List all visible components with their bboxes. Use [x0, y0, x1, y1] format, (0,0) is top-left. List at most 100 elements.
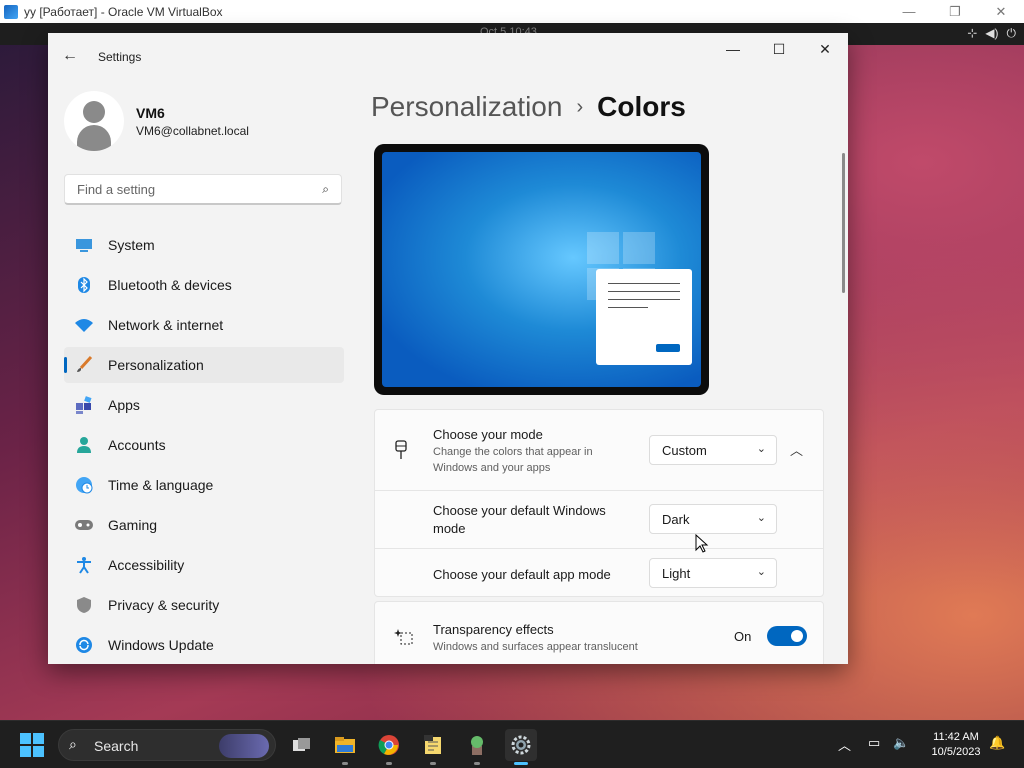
app-mode-value: Light — [662, 566, 691, 581]
chevron-right-icon: › — [576, 95, 584, 118]
app-mode-dropdown[interactable]: Light ⌄ — [649, 558, 777, 588]
sidebar-item-windows-update[interactable]: Windows Update — [64, 627, 344, 663]
search-icon[interactable]: ⌕ — [322, 182, 329, 197]
page-title: Colors — [597, 91, 686, 122]
window-controls: — ☐ ✕ — [710, 33, 848, 65]
network-icon[interactable]: ⊹ — [967, 26, 977, 41]
chevron-down-icon: ⌄ — [756, 512, 766, 524]
host-minimize-button[interactable]: — — [886, 4, 932, 19]
network-monitor-icon[interactable]: ▭ — [868, 735, 880, 751]
mode-card: Choose your mode Change the colors that … — [374, 409, 824, 597]
virtualbox-window-title: yy [Работает] - Oracle VM VirtualBox — [24, 4, 223, 19]
start-button[interactable] — [20, 733, 44, 757]
sidebar-item-gaming[interactable]: Gaming — [64, 507, 344, 543]
taskbar-search-label: Search — [94, 738, 139, 754]
host-close-button[interactable]: ✕ — [978, 4, 1024, 20]
minimize-button[interactable]: — — [710, 33, 756, 65]
close-button[interactable]: ✕ — [802, 33, 848, 65]
transparency-toggle[interactable] — [767, 626, 807, 646]
search-input[interactable] — [75, 175, 309, 204]
maximize-button[interactable]: ☐ — [756, 33, 802, 65]
sidebar-item-system[interactable]: System — [64, 227, 344, 263]
sidebar-item-bluetooth[interactable]: Bluetooth & devices — [64, 267, 344, 303]
windows-mode-title-2: mode — [433, 521, 466, 536]
accessibility-icon — [74, 555, 94, 575]
breadcrumb: Personalization › Colors — [371, 91, 686, 123]
volume-icon[interactable]: ◀) — [985, 26, 998, 41]
sidebar-item-label: Network & internet — [108, 317, 224, 333]
windows-logo-icon — [20, 733, 31, 744]
sidebar-item-label: Windows Update — [108, 637, 214, 653]
system-icon — [74, 235, 94, 255]
update-icon — [74, 635, 94, 655]
choose-mode-subtitle-1: Change the colors that appear in — [433, 446, 593, 458]
windows-mode-dropdown[interactable]: Dark ⌄ — [649, 504, 777, 534]
avatar[interactable] — [64, 91, 124, 151]
task-view-button[interactable] — [286, 729, 318, 761]
power-icon[interactable]: ⏻ — [1007, 26, 1017, 41]
bluetooth-icon — [74, 275, 94, 295]
preview-dialog — [596, 269, 692, 365]
preview-dialog-button — [656, 344, 680, 352]
choose-mode-row[interactable]: Choose your mode Change the colors that … — [375, 410, 823, 491]
breadcrumb-parent[interactable]: Personalization — [371, 91, 562, 123]
mouse-cursor-icon — [695, 534, 709, 553]
content-scrollbar[interactable] — [842, 153, 845, 293]
host-restore-button[interactable]: ❐ — [932, 4, 978, 20]
sidebar-item-apps[interactable]: Apps — [64, 387, 344, 423]
sidebar-item-label: Accessibility — [108, 557, 185, 573]
search-box: ⌕ — [64, 174, 342, 205]
sidebar-item-time-language[interactable]: Time & language — [64, 467, 344, 503]
chevron-up-icon[interactable]: ︿ — [838, 735, 851, 754]
virtualbox-title-bar: yy [Работает] - Oracle VM VirtualBox — ❐… — [0, 0, 1024, 23]
sidebar-item-network[interactable]: Network & internet — [64, 307, 344, 343]
windows-mode-row: Choose your default Windows mode Dark ⌄ — [375, 491, 823, 549]
person-icon — [74, 435, 94, 455]
search-highlight-image — [219, 734, 269, 758]
sidebar-item-personalization[interactable]: Personalization — [64, 347, 344, 383]
sidebar-item-label: Accounts — [108, 437, 166, 453]
sidebar-nav: System Bluetooth & devices Network & int… — [64, 227, 344, 664]
transparency-card: Transparency effects Windows and surface… — [374, 601, 824, 664]
sidebar-item-accounts[interactable]: Accounts — [64, 427, 344, 463]
brush-icon — [74, 355, 94, 375]
user-name: VM6 — [136, 105, 165, 121]
virtualbox-icon — [4, 4, 18, 19]
chevron-down-icon: ⌄ — [756, 443, 766, 455]
clock-date: 10/5/2023 — [931, 746, 981, 758]
transparency-subtitle: Windows and surfaces appear translucent — [433, 641, 638, 653]
mode-dropdown[interactable]: Custom ⌄ — [649, 435, 777, 465]
folder-icon — [335, 737, 355, 753]
gimp-button[interactable] — [461, 729, 493, 765]
chrome-button[interactable] — [373, 729, 405, 765]
sidebar-item-label: Personalization — [108, 357, 204, 373]
settings-taskbar-button[interactable] — [505, 729, 537, 765]
avatar-body — [77, 125, 111, 151]
app-mode-row: Choose your default app mode Light ⌄ — [375, 549, 823, 598]
chrome-icon — [378, 735, 399, 755]
toggle-knob — [791, 630, 803, 642]
speaker-muted-icon[interactable]: 🔈 — [893, 735, 909, 751]
transparency-state-label: On — [734, 629, 752, 644]
guest-top-tray: ⊹ ◀) ⏻ — [967, 26, 1016, 41]
sidebar-item-privacy[interactable]: Privacy & security — [64, 587, 344, 623]
windows-mode-value: Dark — [662, 512, 690, 527]
theme-preview — [374, 144, 709, 395]
notification-bell-icon[interactable]: 🔔 — [989, 735, 1005, 751]
app-mode-title: Choose your default app mode — [433, 567, 611, 582]
sidebar-item-accessibility[interactable]: Accessibility — [64, 547, 344, 583]
file-explorer-button[interactable] — [329, 729, 361, 765]
shield-icon — [74, 595, 94, 615]
gear-icon — [511, 735, 531, 755]
back-arrow-icon[interactable]: ← — [62, 47, 82, 67]
taskbar-search[interactable]: ⌕ Search — [58, 729, 276, 761]
plant-app-icon — [471, 736, 483, 755]
chevron-up-icon[interactable]: ︿ — [790, 440, 803, 459]
sidebar-item-label: Time & language — [108, 477, 214, 493]
mode-dropdown-value: Custom — [662, 443, 707, 458]
sidebar-item-label: Bluetooth & devices — [108, 277, 232, 293]
taskbar-clock[interactable]: 11:42 AM 10/5/2023 — [916, 730, 996, 760]
sidebar-item-label: Privacy & security — [108, 597, 220, 613]
notepad-button[interactable] — [417, 729, 449, 765]
choose-mode-subtitle-2: Windows and your apps — [433, 462, 551, 474]
